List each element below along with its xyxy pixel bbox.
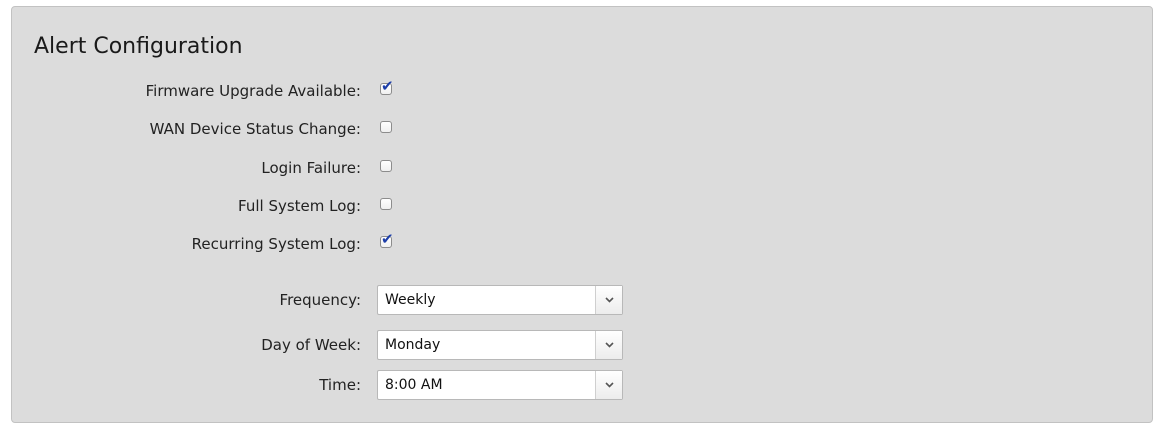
frequency-dropdown-button[interactable] xyxy=(595,286,622,314)
chevron-down-icon xyxy=(605,297,614,303)
recurring-system-log-label: Recurring System Log: xyxy=(191,235,361,253)
wan-device-status-label: WAN Device Status Change: xyxy=(149,120,361,138)
full-system-log-label: Full System Log: xyxy=(238,197,361,215)
firmware-upgrade-checkbox[interactable]: ✔ xyxy=(380,78,394,95)
day-of-week-select[interactable]: Monday xyxy=(377,330,623,360)
day-of-week-row: Day of Week: Monday xyxy=(12,330,1152,360)
frequency-select[interactable]: Weekly xyxy=(377,285,623,315)
full-system-log-row: Full System Log: xyxy=(12,191,1152,221)
time-value: 8:00 AM xyxy=(385,377,443,393)
time-row: Time: 8:00 AM xyxy=(12,370,1152,400)
alert-configuration-panel: Alert Configuration Firmware Upgrade Ava… xyxy=(11,6,1153,423)
day-of-week-label: Day of Week: xyxy=(261,336,361,354)
frequency-value: Weekly xyxy=(385,292,436,308)
check-icon: ✔ xyxy=(381,230,394,248)
full-system-log-checkbox[interactable] xyxy=(380,198,392,210)
panel-title: Alert Configuration xyxy=(34,34,243,59)
day-of-week-value: Monday xyxy=(385,337,441,353)
firmware-upgrade-row: Firmware Upgrade Available: ✔ xyxy=(12,76,1152,106)
recurring-system-log-row: Recurring System Log: ✔ xyxy=(12,229,1152,259)
chevron-down-icon xyxy=(605,382,614,388)
login-failure-row: Login Failure: xyxy=(12,153,1152,183)
frequency-label: Frequency: xyxy=(279,291,361,309)
chevron-down-icon xyxy=(605,342,614,348)
login-failure-label: Login Failure: xyxy=(261,159,361,177)
check-icon: ✔ xyxy=(381,77,394,95)
login-failure-checkbox[interactable] xyxy=(380,160,392,172)
time-dropdown-button[interactable] xyxy=(595,371,622,399)
recurring-system-log-checkbox[interactable]: ✔ xyxy=(380,231,394,248)
wan-device-status-checkbox[interactable] xyxy=(380,121,392,133)
time-select[interactable]: 8:00 AM xyxy=(377,370,623,400)
frequency-row: Frequency: Weekly xyxy=(12,285,1152,315)
time-label: Time: xyxy=(319,376,361,394)
day-of-week-dropdown-button[interactable] xyxy=(595,331,622,359)
wan-device-status-row: WAN Device Status Change: xyxy=(12,114,1152,144)
firmware-upgrade-label: Firmware Upgrade Available: xyxy=(145,82,361,100)
